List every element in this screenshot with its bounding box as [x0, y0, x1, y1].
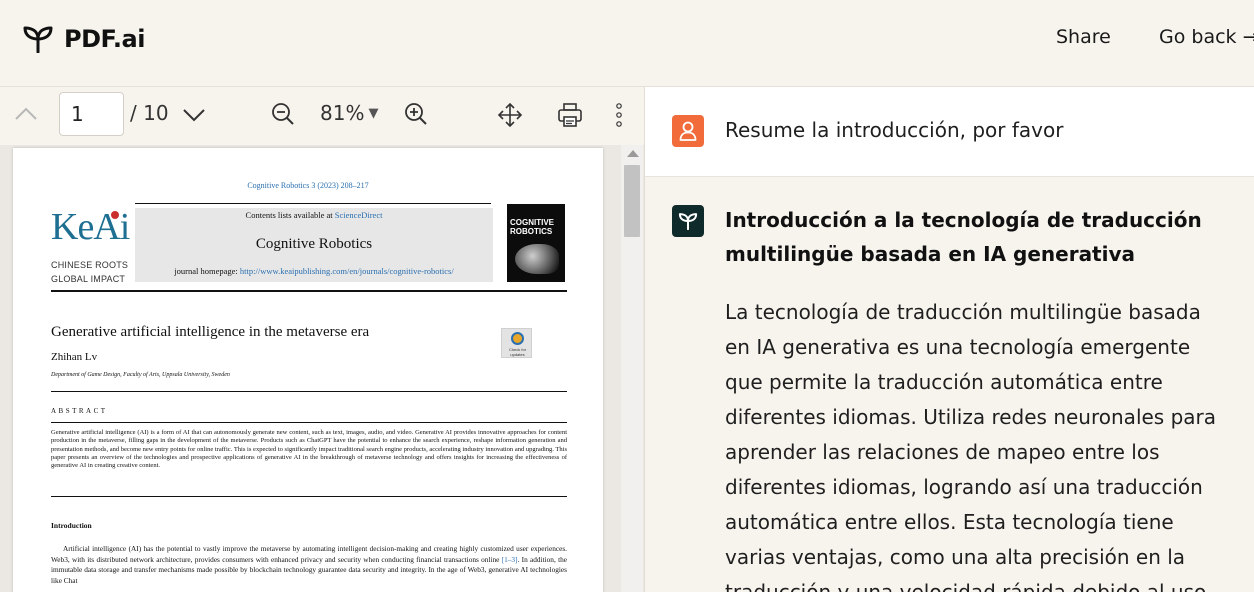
cover-title: COGNITIVE ROBOTICS: [510, 218, 554, 236]
divider: [51, 496, 567, 497]
cover-title-line: COGNITIVE: [510, 218, 555, 227]
cover-art: [515, 244, 559, 274]
page-number-input[interactable]: [59, 92, 124, 136]
journal-cover-image: COGNITIVE ROBOTICS: [507, 204, 565, 282]
zoom-out-icon[interactable]: [271, 102, 295, 126]
homepage-prefix: journal homepage:: [174, 266, 240, 276]
caret-down-icon: ▼: [368, 105, 379, 121]
keai-logo-dot: [111, 211, 119, 219]
go-back-button[interactable]: Go back →: [1159, 26, 1254, 48]
share-button[interactable]: Share: [1056, 26, 1111, 48]
assistant-answer-body: La tecnología de traducción multilingüe …: [725, 300, 1217, 592]
zoom-value: 81%: [320, 101, 365, 125]
printer-icon[interactable]: [557, 102, 583, 128]
scroll-up-arrow-icon[interactable]: [627, 150, 639, 157]
introduction-heading: Introduction: [51, 521, 92, 530]
brand-name: PDF.ai: [64, 25, 145, 53]
article-author: Zhihan Lv: [51, 351, 98, 363]
assistant-answer-title: Introducción a la tecnología de traducci…: [725, 208, 1202, 266]
divider: [51, 290, 567, 292]
abstract-heading: ABSTRACT: [51, 407, 108, 415]
keai-tagline: CHINESE ROOTS GLOBAL IMPACT: [51, 258, 128, 286]
homepage-link[interactable]: http://www.keaipublishing.com/en/journal…: [240, 266, 454, 276]
sciencedirect-link[interactable]: ScienceDirect: [335, 210, 383, 220]
zoom-select[interactable]: 81% ▼: [320, 101, 378, 125]
user-avatar: [672, 115, 704, 147]
brand-logo[interactable]: PDF.ai: [22, 22, 145, 56]
contents-line: Contents lists available at ScienceDirec…: [135, 210, 493, 220]
badge-label: Check for updates: [508, 347, 527, 357]
journal-banner: Contents lists available at ScienceDirec…: [135, 208, 493, 282]
move-icon[interactable]: [497, 102, 523, 128]
sprout-icon: [23, 26, 53, 53]
citation-link[interactable]: [1–3]: [502, 555, 518, 564]
check-for-updates-badge[interactable]: Check for updates: [501, 328, 532, 358]
introduction-text: Artificial intelligence (AI) has the pot…: [51, 544, 567, 586]
keai-tagline-line: GLOBAL IMPACT: [51, 274, 126, 284]
pdf-page: Cognitive Robotics 3 (2023) 208–217 KeAi…: [13, 148, 603, 592]
chevron-down-icon[interactable]: [182, 107, 206, 123]
update-icon: [511, 332, 524, 345]
app-header: PDF.ai Share Go back →: [0, 0, 1254, 87]
journal-title: Cognitive Robotics: [255, 236, 373, 252]
keai-tagline-line: CHINESE ROOTS: [51, 260, 129, 270]
divider: [135, 203, 491, 204]
page-total: / 10: [130, 101, 169, 125]
journal-citation[interactable]: Cognitive Robotics 3 (2023) 208–217: [13, 181, 603, 190]
zoom-in-icon[interactable]: [404, 102, 428, 126]
user-message: Resume la introducción, por favor: [645, 87, 1254, 177]
divider: [51, 391, 567, 392]
sprout-icon: [678, 213, 698, 230]
divider: [51, 422, 567, 423]
intro-text-part: Artificial intelligence (AI) has the pot…: [51, 544, 567, 564]
pdf-panel: / 10 81%▼ Cognitive Robotics 3 (2023) 20…: [0, 87, 645, 592]
homepage-line: journal homepage: http://www.keaipublish…: [135, 266, 493, 276]
abstract-text: Generative artificial intelligence (AI) …: [51, 429, 567, 470]
user-icon: [679, 121, 697, 141]
contents-prefix: Contents lists available at: [245, 210, 335, 220]
user-message-text: Resume la introducción, por favor: [725, 118, 1064, 142]
more-vertical-icon[interactable]: [612, 102, 626, 128]
cover-title-line: ROBOTICS: [510, 227, 553, 236]
chat-panel: Resume la introducción, por favor Introd…: [645, 87, 1254, 592]
scrollbar-thumb[interactable]: [624, 165, 640, 237]
pdf-viewer[interactable]: Cognitive Robotics 3 (2023) 208–217 KeAi…: [0, 145, 644, 592]
article-title: Generative artificial intelligence in th…: [51, 324, 370, 340]
assistant-avatar: [672, 205, 704, 237]
chevron-up-icon[interactable]: [14, 104, 38, 124]
article-affiliation: Department of Game Design, Faculty of Ar…: [51, 372, 230, 378]
pdf-toolbar: / 10 81%▼: [0, 87, 644, 145]
